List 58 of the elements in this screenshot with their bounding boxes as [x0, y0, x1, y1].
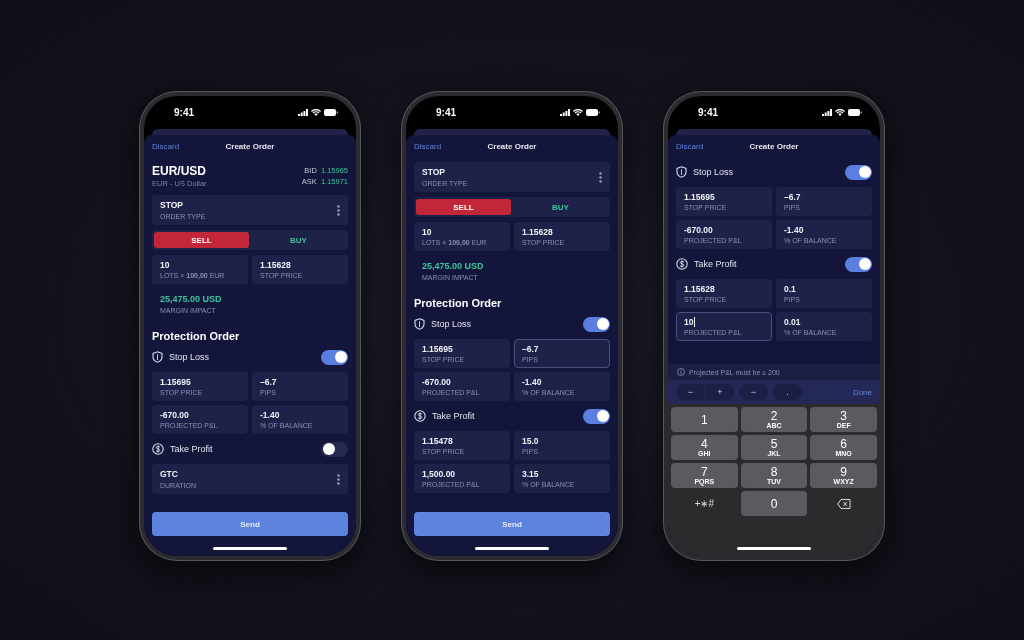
- dollar-coin-icon: [152, 443, 164, 455]
- symbols-key[interactable]: +∗#: [671, 491, 738, 516]
- toggle-label: Take Profit: [170, 444, 213, 454]
- pair-symbol: EUR/USD: [152, 164, 207, 178]
- battery-icon: [324, 109, 338, 116]
- dollar-coin-icon: [676, 258, 688, 270]
- status-time: 9:41: [698, 107, 718, 118]
- dollar-coin-icon: [414, 410, 426, 422]
- toggle-label: Take Profit: [694, 259, 737, 269]
- toggle-switch[interactable]: [583, 408, 610, 424]
- battery-icon: [586, 109, 600, 116]
- side-option[interactable]: BUY: [513, 199, 608, 215]
- sheet-title: Create Order: [749, 141, 799, 151]
- section-heading: Protection Order: [414, 296, 503, 309]
- info-icon: [677, 368, 685, 376]
- toggle-label: Stop Loss: [431, 319, 472, 329]
- toggle-switch[interactable]: [321, 349, 348, 365]
- done-button[interactable]: Done: [852, 387, 872, 397]
- toggle-switch[interactable]: [321, 441, 348, 457]
- signal-icon: [298, 109, 308, 116]
- status-time: 9:41: [436, 107, 456, 118]
- sheet-title: Create Order: [487, 141, 537, 151]
- discard-link[interactable]: Discard: [152, 141, 180, 151]
- margin-value: 25,475.00 USD: [422, 261, 485, 271]
- toggle-switch[interactable]: [583, 316, 610, 332]
- status-time: 9:41: [174, 107, 194, 118]
- toggle-label: Stop Loss: [693, 167, 734, 177]
- toggle-label: Stop Loss: [169, 352, 210, 362]
- side-option[interactable]: SELL: [416, 199, 511, 215]
- keypad-key[interactable]: 0: [740, 491, 808, 516]
- stepper-key[interactable]: −: [676, 384, 705, 400]
- wifi-icon: [835, 109, 845, 116]
- backspace-icon[interactable]: [836, 498, 851, 509]
- side-option[interactable]: SELL: [154, 232, 249, 248]
- discard-link[interactable]: Discard: [414, 141, 442, 151]
- shield-icon: [152, 351, 163, 363]
- margin-value: 25,475.00 USD: [160, 294, 223, 304]
- toggle-switch[interactable]: [845, 164, 872, 180]
- section-heading: Protection Order: [152, 329, 241, 342]
- more-icon[interactable]: [599, 171, 602, 183]
- wifi-icon: [573, 109, 583, 116]
- stepper-key[interactable]: +: [705, 384, 734, 400]
- side-option[interactable]: BUY: [251, 232, 346, 248]
- accessory-key[interactable]: −: [739, 384, 768, 400]
- keypad-key[interactable]: 1: [671, 407, 738, 432]
- more-icon[interactable]: [337, 473, 340, 485]
- toggle-switch[interactable]: [845, 256, 872, 272]
- shield-icon: [414, 318, 425, 330]
- accessory-key[interactable]: .: [773, 384, 802, 400]
- wifi-icon: [311, 109, 321, 116]
- shield-icon: [676, 166, 687, 178]
- more-icon[interactable]: [337, 204, 340, 216]
- sheet-title: Create Order: [225, 141, 275, 151]
- battery-icon: [848, 109, 862, 116]
- signal-icon: [560, 109, 570, 116]
- toggle-label: Take Profit: [432, 411, 475, 421]
- discard-link[interactable]: Discard: [676, 141, 704, 151]
- signal-icon: [822, 109, 832, 116]
